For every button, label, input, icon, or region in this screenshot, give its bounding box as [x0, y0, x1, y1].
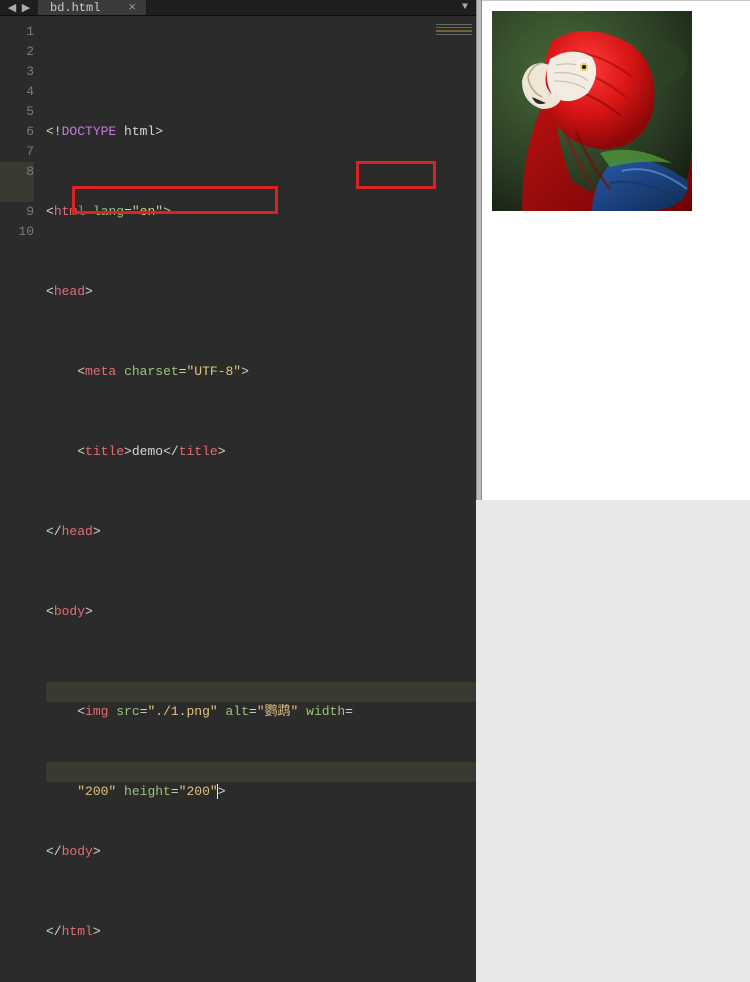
annotation-box	[72, 186, 278, 214]
tab-spacer	[147, 0, 454, 15]
line-number: 5	[0, 102, 34, 122]
tab-bar: ◀ ▶ bd.html × ▼	[0, 0, 476, 16]
line-number: 7	[0, 142, 34, 162]
parrot-image	[492, 11, 692, 211]
nav-forward-icon[interactable]: ▶	[20, 1, 32, 15]
preview-image	[492, 11, 692, 211]
code-line[interactable]: <body>	[46, 602, 476, 622]
line-number: 2	[0, 42, 34, 62]
file-tab[interactable]: bd.html ×	[38, 0, 147, 15]
line-number: 9	[0, 202, 34, 222]
code-area[interactable]: 1 2 3 4 5 6 7 8 9 10 <!DOCTYPE html> <ht…	[0, 16, 476, 982]
line-number: 1	[0, 22, 34, 42]
code-line[interactable]: </head>	[46, 522, 476, 542]
active-line-highlight	[46, 682, 476, 702]
preview-pane	[482, 0, 750, 500]
code-line[interactable]: </html>	[46, 922, 476, 942]
minimap[interactable]	[436, 22, 472, 50]
tab-nav: ◀ ▶	[0, 0, 38, 15]
code-line[interactable]: <img src="./1.png" alt="鹦鹉" width=	[46, 682, 476, 702]
line-number: 6	[0, 122, 34, 142]
line-gutter: 1 2 3 4 5 6 7 8 9 10	[0, 16, 42, 982]
line-number: 8	[0, 162, 34, 182]
code-line[interactable]: <!DOCTYPE html>	[46, 122, 476, 142]
close-icon[interactable]: ×	[128, 0, 136, 15]
annotation-box	[356, 161, 436, 189]
editor-pane: ◀ ▶ bd.html × ▼ 1 2 3 4 5 6 7 8 9 10 <!D…	[0, 0, 476, 500]
code-line[interactable]: "200" height="200">	[46, 762, 476, 782]
line-number	[0, 182, 34, 202]
nav-back-icon[interactable]: ◀	[6, 1, 18, 15]
tab-menu-icon[interactable]: ▼	[454, 0, 476, 15]
tab-filename: bd.html	[50, 1, 100, 15]
line-number: 3	[0, 62, 34, 82]
active-line-highlight	[46, 762, 476, 782]
code-line[interactable]: <meta charset="UTF-8">	[46, 362, 476, 382]
code-line[interactable]: <title>demo</title>	[46, 442, 476, 462]
line-number: 4	[0, 82, 34, 102]
code-line[interactable]: <head>	[46, 282, 476, 302]
code-line[interactable]: </body>	[46, 842, 476, 862]
line-number: 10	[0, 222, 34, 242]
